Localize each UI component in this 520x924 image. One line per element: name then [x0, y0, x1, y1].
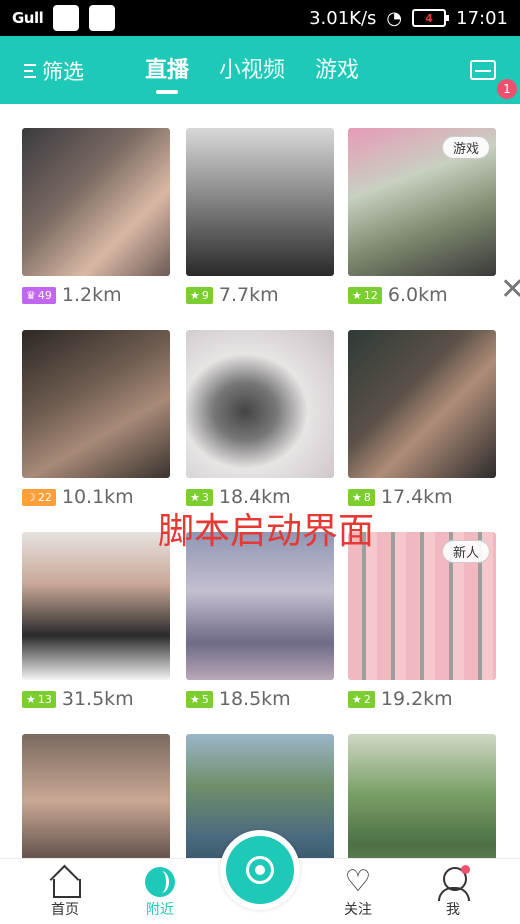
stream-card[interactable]: 新人 ★ 2 19.2km: [348, 532, 496, 710]
stream-card[interactable]: ★ 8 17.4km: [348, 330, 496, 508]
side-handle-icon[interactable]: ✕: [500, 268, 520, 312]
distance: 6.0km: [387, 284, 448, 306]
star-icon: ★: [26, 692, 36, 706]
top-bar: 筛选 直播 小视频 游戏 1: [0, 36, 520, 104]
notification-dot: [461, 865, 470, 874]
stream-thumbnail[interactable]: 新人: [348, 532, 496, 680]
tab-live[interactable]: 直播: [145, 52, 189, 94]
nav-me[interactable]: 我: [423, 865, 483, 919]
star-icon: ★: [190, 288, 200, 302]
level-value: 13: [37, 692, 52, 706]
stream-card[interactable]: ★ 13 31.5km: [22, 532, 170, 710]
nav-home-label: 首页: [51, 902, 79, 918]
filter-button[interactable]: 筛选: [24, 56, 84, 86]
nav-home[interactable]: 首页: [35, 867, 95, 919]
tab-short-video[interactable]: 小视频: [219, 52, 285, 94]
level-badge: ★ 12: [348, 286, 382, 304]
stream-thumbnail[interactable]: [348, 330, 496, 478]
mail-badge: 1: [497, 79, 517, 99]
moon-icon: ☽: [26, 490, 36, 504]
nav-follow[interactable]: ♡ 关注: [328, 867, 388, 919]
card-meta: ★ 13 31.5km: [22, 688, 170, 710]
stream-thumbnail[interactable]: 游戏: [348, 128, 496, 276]
star-icon: ★: [352, 692, 362, 706]
star-icon: ★: [190, 692, 200, 706]
card-meta: ★ 12 6.0km: [348, 284, 496, 306]
star-icon: ★: [352, 288, 362, 302]
heart-icon: ♡: [344, 864, 372, 899]
stream-thumbnail[interactable]: [186, 532, 334, 680]
nearby-icon: [145, 867, 175, 897]
level-badge: ♛ 49: [22, 286, 56, 304]
notification-icon: [89, 5, 116, 31]
stream-thumbnail[interactable]: [22, 128, 170, 276]
stream-card[interactable]: ☽ 22 10.1km: [22, 330, 170, 508]
battery-level: 4: [425, 11, 433, 25]
level-value: 12: [363, 288, 378, 302]
nav-me-label: 我: [446, 902, 460, 918]
level-badge: ★ 9: [186, 286, 213, 304]
status-bar: Gull 3.01K/s ◔ 4 17:01: [0, 0, 520, 36]
level-value: 49: [37, 288, 52, 302]
filter-label: 筛选: [42, 60, 84, 84]
network-speed: 3.01K/s: [309, 7, 377, 29]
signal-indicator: Gull: [12, 9, 44, 27]
user-icon: [438, 865, 470, 901]
stream-card[interactable]: ★ 3 18.4km: [186, 330, 334, 508]
tab-games[interactable]: 游戏: [315, 52, 359, 94]
card-meta: ★ 2 19.2km: [348, 688, 496, 710]
stream-thumbnail[interactable]: [186, 330, 334, 478]
nav-follow-label: 关注: [344, 902, 372, 918]
stream-card[interactable]: ♛ 49 1.2km: [22, 128, 170, 306]
distance: 10.1km: [61, 486, 134, 508]
distance: 1.2km: [61, 284, 122, 306]
category-tag: 新人: [441, 540, 490, 563]
wifi-icon: ◔: [386, 7, 403, 29]
stream-card[interactable]: ★ 5 18.5km: [186, 532, 334, 710]
card-meta: ★ 5 18.5km: [186, 688, 334, 710]
category-tag: 游戏: [441, 136, 490, 159]
level-badge: ★ 13: [22, 690, 56, 708]
battery-icon: 4: [412, 9, 450, 27]
stream-thumbnail[interactable]: [22, 532, 170, 680]
card-meta: ☽ 22 10.1km: [22, 486, 170, 508]
card-meta: ♛ 49 1.2km: [22, 284, 170, 306]
stream-thumbnail[interactable]: [22, 330, 170, 478]
overlay-caption: 脚本启动界面: [158, 511, 375, 552]
start-live-button[interactable]: [220, 830, 300, 910]
filter-icon: [24, 64, 36, 78]
nav-nearby[interactable]: 附近: [130, 867, 190, 919]
distance: 18.5km: [218, 688, 291, 710]
crown-icon: ♛: [26, 288, 36, 302]
distance: 17.4km: [380, 486, 453, 508]
distance: 31.5km: [61, 688, 134, 710]
level-badge: ☽ 22: [22, 488, 56, 506]
mail-icon[interactable]: [470, 60, 496, 80]
notification-icon: [53, 5, 80, 31]
level-value: 2: [363, 692, 371, 706]
home-icon: [50, 867, 81, 898]
distance: 7.7km: [218, 284, 279, 306]
stream-card[interactable]: 游戏 ★ 12 6.0km: [348, 128, 496, 306]
level-badge: ★ 2: [348, 690, 375, 708]
clock: 17:01: [456, 7, 508, 29]
nav-nearby-label: 附近: [146, 902, 174, 918]
card-meta: ★ 9 7.7km: [186, 284, 334, 306]
level-value: 22: [37, 490, 52, 504]
level-value: 5: [201, 692, 209, 706]
stream-thumbnail[interactable]: [186, 128, 334, 276]
tab-bar: 直播 小视频 游戏: [145, 52, 359, 94]
stream-card[interactable]: ★ 9 7.7km: [186, 128, 334, 306]
distance: 19.2km: [380, 688, 453, 710]
level-value: 9: [201, 288, 209, 302]
level-badge: ★ 5: [186, 690, 213, 708]
